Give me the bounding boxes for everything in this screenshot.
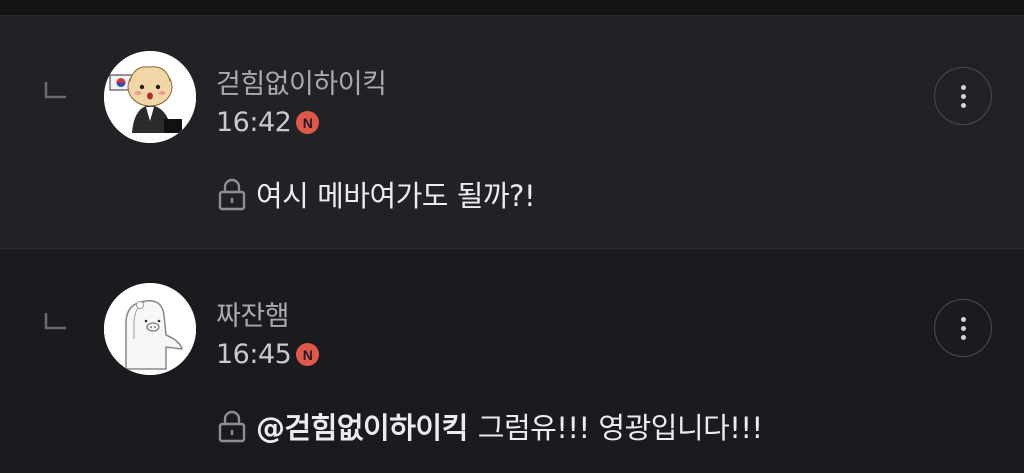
avatar[interactable] [104, 283, 196, 375]
new-badge: N [296, 343, 320, 366]
lock-icon [218, 178, 246, 211]
comment-body: @걷힘없이하이킥 그럼유!!! 영광입니다!!! [218, 405, 763, 447]
comment-item: 짜잔햄 16:45 N @걷힘없이하이킥 그럼유!!! 영광입니다!!! [0, 249, 1024, 473]
more-options-button[interactable] [934, 67, 992, 125]
new-badge: N [296, 111, 320, 134]
more-vertical-icon [960, 316, 966, 340]
comment-item: 걷힘없이하이킥 16:42 N 여시 메바여가도 될까?! [0, 16, 1024, 249]
reply-arrow-icon [44, 82, 66, 99]
timestamp: 16:42 [216, 107, 292, 138]
comment-meta: 16:45 N [216, 339, 320, 370]
comment-text: 그럼유!!! 영광입니다!!! [477, 411, 763, 445]
reply-arrow-icon [44, 313, 66, 330]
more-vertical-icon [960, 84, 966, 108]
mention-link[interactable]: @걷힘없이하이킥 [256, 405, 468, 447]
comment-text: 여시 메바여가도 될까?! [256, 179, 536, 213]
nickname[interactable]: 짜잔햄 [216, 294, 290, 333]
comment-body: 여시 메바여가도 될까?! [218, 173, 536, 215]
avatar[interactable] [104, 51, 196, 143]
avatar-image [104, 51, 196, 143]
avatar-image [104, 283, 196, 375]
top-divider [0, 0, 1024, 16]
timestamp: 16:45 [216, 339, 292, 370]
more-options-button[interactable] [934, 299, 992, 357]
lock-icon [218, 410, 246, 443]
comment-meta: 16:42 N [216, 107, 320, 138]
nickname[interactable]: 걷힘없이하이킥 [216, 62, 387, 101]
